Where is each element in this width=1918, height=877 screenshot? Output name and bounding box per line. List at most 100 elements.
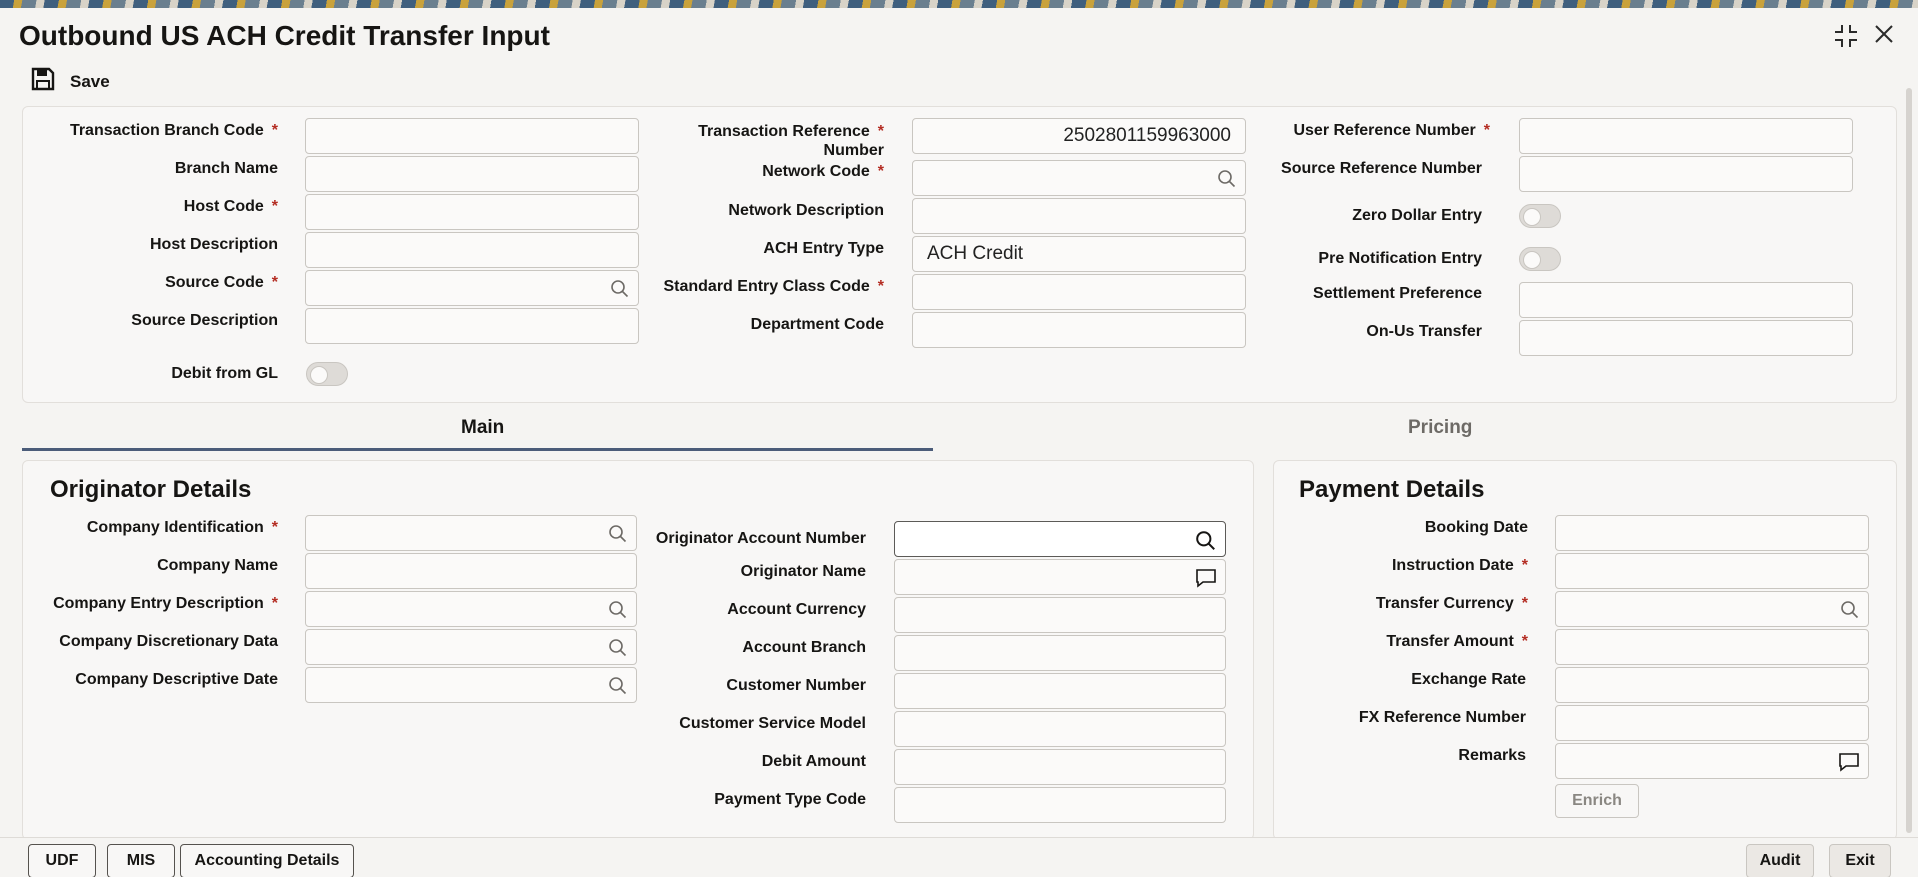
search-icon[interactable] — [608, 676, 628, 702]
source-description-field[interactable] — [305, 308, 639, 344]
debit-from-gl-toggle[interactable] — [306, 362, 348, 386]
source-code-field[interactable] — [305, 270, 639, 306]
branch-name-field[interactable] — [305, 156, 639, 192]
search-icon[interactable] — [1217, 169, 1237, 195]
account-currency-field[interactable] — [894, 597, 1226, 633]
company-name-field[interactable] — [305, 553, 637, 589]
on-us-transfer-field[interactable] — [1519, 320, 1853, 356]
label-source-reference-number: Source Reference Number — [1281, 160, 1482, 177]
label-debit-amount: Debit Amount — [761, 753, 866, 770]
search-icon[interactable] — [608, 524, 628, 550]
network-description-field[interactable] — [912, 198, 1246, 234]
search-icon[interactable] — [608, 638, 628, 664]
department-code-field[interactable] — [912, 312, 1246, 348]
remarks-field[interactable] — [1555, 743, 1869, 779]
label-exchange-rate: Exchange Rate — [1411, 671, 1526, 688]
save-icon — [30, 66, 56, 97]
label-account-branch: Account Branch — [742, 639, 866, 656]
label-department-code: Department Code — [750, 316, 884, 333]
accounting-details-button[interactable]: Accounting Details — [180, 844, 354, 877]
label-host-code: Host Code * — [183, 198, 278, 215]
debit-amount-field[interactable] — [894, 749, 1226, 785]
originator-account-number-field[interactable] — [894, 521, 1226, 557]
comment-icon[interactable] — [1195, 568, 1217, 594]
label-company-name: Company Name — [157, 557, 278, 574]
booking-date-field[interactable] — [1555, 515, 1869, 551]
source-reference-number-field[interactable] — [1519, 156, 1853, 192]
customer-number-field[interactable] — [894, 673, 1226, 709]
search-icon[interactable] — [1195, 530, 1217, 558]
label-instruction-date: Instruction Date * — [1391, 557, 1528, 574]
label-network-code: Network Code * — [762, 163, 884, 180]
close-icon[interactable] — [1872, 22, 1896, 53]
save-label: Save — [70, 71, 110, 91]
label-on-us-transfer: On-Us Transfer — [1366, 323, 1482, 340]
tab-main[interactable]: Main — [461, 417, 504, 439]
pre-notification-entry-toggle[interactable] — [1519, 247, 1561, 271]
originator-name-field[interactable] — [894, 559, 1226, 595]
maximize-icon[interactable] — [1832, 22, 1860, 57]
customer-service-model-field[interactable] — [894, 711, 1226, 747]
company-descriptive-date-field[interactable] — [305, 667, 637, 703]
settlement-preference-field[interactable] — [1519, 282, 1853, 318]
transaction-reference-number-field[interactable]: 2502801159963000 — [912, 118, 1246, 154]
save-button[interactable]: Save — [30, 66, 110, 97]
audit-button[interactable]: Audit — [1746, 844, 1814, 877]
transaction-window: Outbound US ACH Credit Transfer Input Sa… — [0, 8, 1918, 877]
mis-button[interactable]: MIS — [107, 844, 175, 877]
label-zero-dollar-entry: Zero Dollar Entry — [1352, 207, 1482, 224]
comment-icon[interactable] — [1838, 752, 1860, 778]
page-title: Outbound US ACH Credit Transfer Input — [19, 20, 550, 51]
transaction-branch-code-field[interactable] — [305, 118, 639, 154]
label-customer-service-model: Customer Service Model — [679, 715, 866, 732]
tab-main-indicator — [22, 448, 933, 451]
label-account-currency: Account Currency — [727, 601, 866, 618]
ach-entry-type-field[interactable]: ACH Credit — [912, 236, 1246, 272]
transfer-amount-field[interactable] — [1555, 629, 1869, 665]
footer-bar: UDF MIS Accounting Details Audit Exit — [0, 837, 1918, 877]
company-entry-description-field[interactable] — [305, 591, 637, 627]
network-code-field[interactable] — [912, 160, 1246, 196]
account-branch-field[interactable] — [894, 635, 1226, 671]
label-company-discretionary-data: Company Discretionary Data — [59, 633, 278, 650]
label-user-reference-number: User Reference Number * — [1293, 122, 1490, 139]
exchange-rate-field[interactable] — [1555, 667, 1869, 703]
transfer-currency-field[interactable] — [1555, 591, 1869, 627]
company-identification-field[interactable] — [305, 515, 637, 551]
label-transfer-amount: Transfer Amount * — [1386, 633, 1528, 650]
label-originator-name: Originator Name — [740, 563, 866, 580]
label-booking-date: Booking Date — [1424, 519, 1528, 536]
label-transfer-currency: Transfer Currency * — [1375, 595, 1528, 612]
label-network-description: Network Description — [728, 202, 884, 219]
label-branch-name: Branch Name — [174, 160, 278, 177]
search-icon[interactable] — [610, 279, 630, 305]
vertical-scrollbar[interactable] — [1906, 88, 1912, 833]
udf-button[interactable]: UDF — [28, 844, 96, 877]
label-fx-reference-number: FX Reference Number — [1358, 709, 1526, 726]
enrich-button[interactable]: Enrich — [1555, 784, 1639, 818]
label-remarks: Remarks — [1458, 747, 1526, 764]
fx-reference-number-field[interactable] — [1555, 705, 1869, 741]
payment-type-code-field[interactable] — [894, 787, 1226, 823]
zero-dollar-entry-toggle[interactable] — [1519, 204, 1561, 228]
instruction-date-field[interactable] — [1555, 553, 1869, 589]
label-source-description: Source Description — [131, 312, 278, 329]
tab-pricing[interactable]: Pricing — [1408, 417, 1472, 439]
user-reference-number-field[interactable] — [1519, 118, 1853, 154]
payment-details-title: Payment Details — [1299, 476, 1485, 503]
label-debit-from-gl: Debit from GL — [171, 365, 278, 382]
search-icon[interactable] — [1840, 600, 1860, 626]
company-discretionary-data-field[interactable] — [305, 629, 637, 665]
search-icon[interactable] — [608, 600, 628, 626]
label-company-entry-description: Company Entry Description * — [53, 595, 278, 612]
label-source-code: Source Code * — [165, 274, 278, 291]
label-customer-number: Customer Number — [726, 677, 866, 694]
standard-entry-class-code-field[interactable] — [912, 274, 1246, 310]
originator-details-title: Originator Details — [50, 476, 252, 503]
label-transaction-branch-code: Transaction Branch Code * — [69, 122, 278, 139]
exit-button[interactable]: Exit — [1829, 844, 1891, 877]
host-code-field[interactable] — [305, 194, 639, 230]
label-pre-notification-entry: Pre Notification Entry — [1318, 250, 1482, 267]
host-description-field[interactable] — [305, 232, 639, 268]
label-settlement-preference: Settlement Preference — [1313, 285, 1482, 302]
